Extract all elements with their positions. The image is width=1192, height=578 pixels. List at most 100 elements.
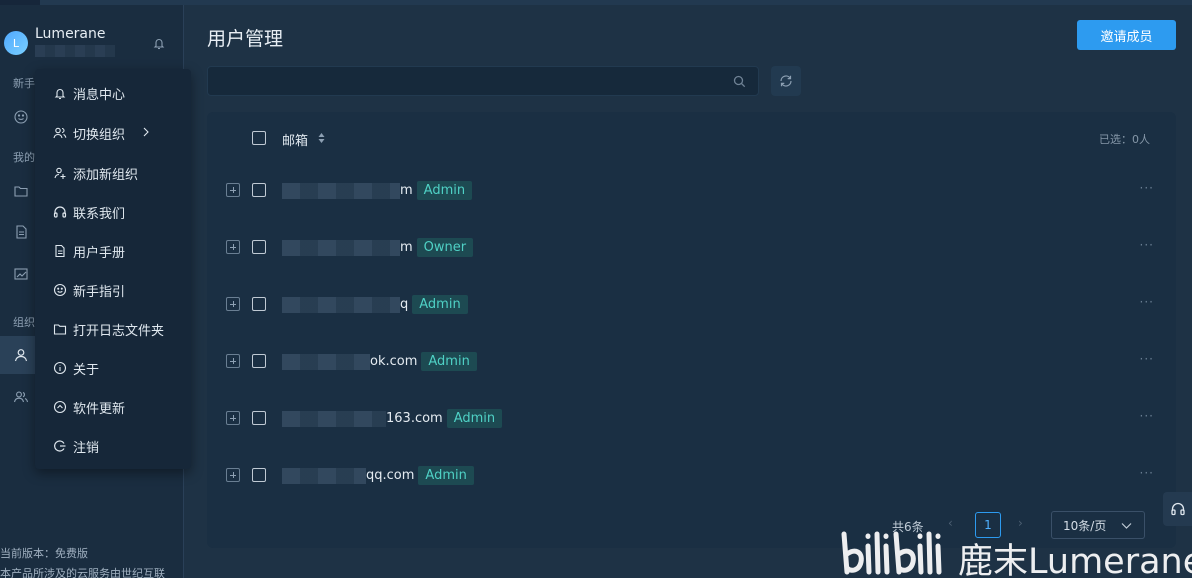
role-tag: Admin [412, 295, 468, 314]
smile-icon[interactable] [13, 109, 29, 125]
member-email: 163.com Admin [282, 409, 503, 428]
email-text: m [400, 240, 413, 255]
menu-item-update[interactable]: 软件更新 [35, 389, 191, 425]
row-checkbox[interactable] [252, 468, 266, 482]
folder-icon[interactable] [13, 183, 29, 199]
menu-item-label: 切换组织 [73, 127, 126, 143]
menu-item-about[interactable]: 关于 [35, 350, 191, 386]
refresh-button[interactable] [771, 66, 801, 96]
avatar[interactable]: L [4, 31, 28, 55]
sidebar-section-newbie: 新手 [13, 77, 35, 90]
role-tag: Admin [421, 352, 477, 371]
masked-text [282, 467, 366, 484]
team-icon[interactable] [13, 389, 29, 405]
expand-row-icon[interactable] [226, 183, 240, 197]
table-row[interactable]: q Admin ··· [207, 276, 1176, 333]
role-tag: Admin [446, 409, 503, 428]
menu-item-label: 打开日志文件夹 [73, 323, 165, 339]
expand-row-icon[interactable] [226, 354, 240, 368]
menu-item-add-org[interactable]: 添加新组织 [35, 155, 191, 191]
email-text: q [400, 297, 409, 312]
menu-item-manual[interactable]: 用户手册 [35, 233, 191, 269]
menu-item-contact[interactable]: 联系我们 [35, 194, 191, 230]
search-box [207, 66, 759, 96]
menu-item-messages[interactable]: 消息中心 [35, 75, 191, 111]
masked-text [282, 296, 400, 313]
notification-bell-icon[interactable] [152, 36, 166, 50]
row-actions-menu[interactable]: ··· [1140, 352, 1154, 366]
bilibili-watermark: 鹿末Lumerane [840, 528, 1192, 578]
member-email: ok.com Admin [282, 352, 477, 371]
customer-support-button[interactable] [1163, 492, 1192, 526]
selected-count: 已选：0人 [1099, 133, 1150, 146]
search-icon[interactable] [733, 75, 746, 88]
email-text: 163.com [386, 411, 443, 426]
table-row[interactable]: m Admin ··· [207, 162, 1176, 219]
menu-item-label: 添加新组织 [73, 167, 139, 183]
row-checkbox[interactable] [252, 297, 266, 311]
document-icon [55, 244, 65, 258]
bell-icon [54, 89, 66, 100]
role-tag: Owner [416, 238, 474, 257]
document-icon[interactable] [13, 224, 29, 240]
smile-icon [53, 283, 67, 297]
column-header-email[interactable]: 邮箱 [282, 130, 308, 149]
invite-member-button[interactable]: 邀请成员 [1077, 20, 1176, 50]
folder-icon [53, 324, 67, 335]
bilibili-logo [841, 531, 942, 575]
user-subtitle-masked [35, 45, 115, 57]
sort-icon[interactable] [317, 131, 326, 145]
table-row[interactable]: qq.com Admin ··· [207, 447, 1176, 504]
headset-icon [53, 206, 67, 218]
expand-row-icon[interactable] [226, 240, 240, 254]
sidebar-section-mine: 我的 [13, 151, 35, 164]
table-header: 邮箱 已选：0人 [207, 112, 1176, 164]
expand-row-icon[interactable] [226, 468, 240, 482]
expand-row-icon[interactable] [226, 297, 240, 311]
user-add-icon [54, 167, 66, 179]
row-checkbox[interactable] [252, 183, 266, 197]
menu-item-label: 注销 [73, 440, 100, 456]
email-text: ok.com [370, 354, 418, 369]
menu-item-log-folder[interactable]: 打开日志文件夹 [35, 311, 191, 347]
menu-item-guide[interactable]: 新手指引 [35, 272, 191, 308]
menu-item-label: 软件更新 [73, 401, 126, 417]
masked-text [282, 353, 370, 370]
row-actions-menu[interactable]: ··· [1140, 295, 1154, 309]
role-tag: Admin [418, 466, 474, 485]
watermark-text: 鹿末Lumerane [958, 542, 1192, 578]
row-checkbox[interactable] [252, 240, 266, 254]
sidebar-section-org: 组织 [13, 316, 35, 329]
menu-item-label: 消息中心 [73, 87, 126, 103]
row-checkbox[interactable] [252, 411, 266, 425]
cloud-notice-text: 本产品所涉及的云服务由世纪互联 [0, 567, 165, 578]
page-title: 用户管理 [207, 28, 284, 50]
menu-item-label: 关于 [73, 362, 100, 378]
user-icon[interactable] [13, 347, 29, 363]
table-row[interactable]: 163.com Admin ··· [207, 390, 1176, 447]
member-email: q Admin [282, 295, 468, 314]
table-row[interactable]: m Owner ··· [207, 219, 1176, 276]
row-actions-menu[interactable]: ··· [1140, 466, 1154, 480]
row-checkbox[interactable] [252, 354, 266, 368]
info-icon [53, 361, 67, 375]
menu-item-switch-org[interactable]: 切换组织 [35, 115, 191, 151]
masked-text [282, 239, 400, 256]
masked-text [282, 410, 386, 427]
email-text: qq.com [366, 468, 415, 483]
expand-row-icon[interactable] [226, 411, 240, 425]
row-actions-menu[interactable]: ··· [1140, 181, 1154, 195]
search-input[interactable] [208, 67, 758, 95]
headset-icon [1170, 502, 1185, 516]
logout-icon [54, 440, 66, 452]
member-email: m Admin [282, 181, 473, 200]
select-all-checkbox[interactable] [252, 131, 266, 145]
chart-icon[interactable] [13, 266, 29, 282]
table-row[interactable]: ok.com Admin ··· [207, 333, 1176, 390]
member-email: qq.com Admin [282, 466, 474, 485]
row-actions-menu[interactable]: ··· [1140, 409, 1154, 423]
username[interactable]: Lumerane [35, 26, 106, 42]
menu-item-logout[interactable]: 注销 [35, 428, 191, 464]
row-actions-menu[interactable]: ··· [1140, 238, 1154, 252]
chevron-right-icon [143, 127, 149, 137]
